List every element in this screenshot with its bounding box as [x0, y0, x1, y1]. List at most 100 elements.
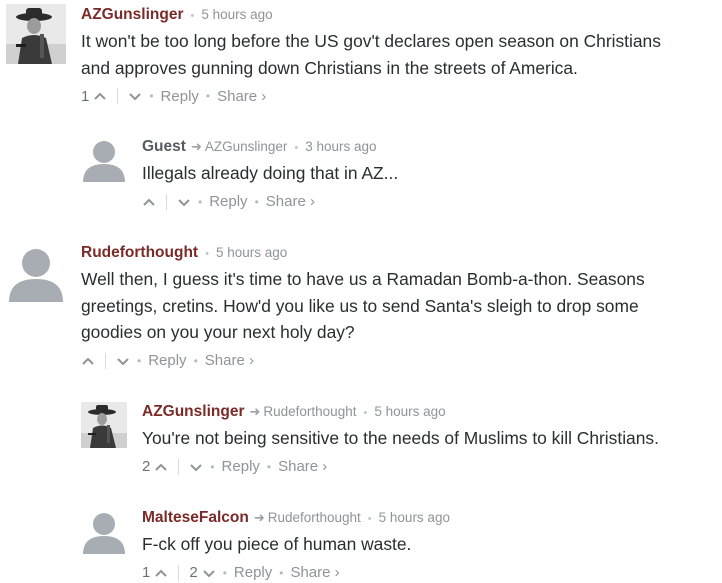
upvote-button[interactable] [81, 356, 95, 366]
separator-dot: • [205, 248, 209, 260]
separator-dot: • [294, 142, 299, 154]
separator-dot: • [279, 565, 284, 580]
comment-text-line: Well then, I guess it's time to have us … [81, 269, 645, 289]
reply-link[interactable]: Reply [209, 193, 247, 210]
reply-link[interactable]: Reply [148, 352, 186, 369]
reply-arrow-icon: ➜ [249, 404, 261, 419]
comment-footer: 1 • Reply • Share › [81, 85, 721, 107]
comment-text-line: You're not being sensitive to the needs … [142, 428, 659, 448]
separator-dot: • [266, 459, 272, 474]
avatar[interactable] [6, 242, 66, 302]
downvote-button[interactable] [189, 462, 203, 472]
author-name[interactable]: MalteseFalcon [142, 509, 249, 527]
chevron-up-icon [155, 569, 168, 577]
share-link[interactable]: Share › [278, 458, 327, 475]
chevron-down-icon [202, 569, 215, 577]
author-name[interactable]: Rudeforthought [81, 244, 198, 262]
upvote-button[interactable]: 1 [142, 564, 168, 581]
parent-author-link[interactable]: Rudeforthought [263, 404, 356, 419]
comment-header: Rudeforthought • 5 hours ago [81, 244, 721, 264]
vote-divider [178, 458, 180, 475]
avatar[interactable] [81, 136, 127, 182]
default-avatar-icon [81, 136, 127, 182]
author-name[interactable]: AZGunslinger [142, 403, 244, 421]
comment-text: Well then, I guess it's time to have us … [81, 266, 721, 346]
separator-dot: • [363, 407, 368, 419]
vote-divider [105, 352, 106, 369]
vote-divider [117, 88, 119, 104]
upvote-button[interactable]: 2 [142, 458, 168, 475]
upvote-button[interactable] [142, 197, 156, 207]
comment-footer: • Reply • Share › [142, 191, 717, 213]
downvote-button[interactable] [128, 91, 142, 101]
timestamp[interactable]: 5 hours ago [379, 510, 450, 525]
comment-footer: • Reply • Share › [81, 350, 721, 372]
reply-arrow-icon: ➜ [253, 510, 265, 525]
avatar[interactable] [81, 508, 127, 554]
parent-author-link[interactable]: Rudeforthought [268, 510, 361, 525]
timestamp[interactable]: 5 hours ago [201, 7, 272, 22]
upvote-button[interactable]: 1 [81, 88, 107, 105]
separator-dot: • [367, 513, 372, 525]
chevron-down-icon [178, 198, 190, 206]
comment-text-line: It won't be too long before the US gov't… [81, 31, 661, 51]
share-link[interactable]: Share › [290, 564, 339, 581]
timestamp[interactable]: 5 hours ago [374, 404, 445, 419]
upvote-count: 1 [142, 564, 151, 581]
comment-text-line: goodies on you your next holy day? [81, 322, 355, 342]
comment-text-line: greetings, cretins. How'd you like us to… [81, 295, 639, 316]
timestamp[interactable]: 3 hours ago [305, 139, 376, 154]
comment-footer: 2 • Reply • Share › [142, 456, 717, 478]
gunslinger-avatar-icon [6, 4, 66, 64]
downvote-button[interactable]: 2 [189, 564, 215, 581]
reply-link[interactable]: Reply [161, 88, 199, 105]
default-avatar-icon [81, 508, 127, 554]
upvote-count: 1 [81, 87, 90, 105]
chevron-up-icon [82, 357, 94, 365]
comment-header: AZGunslinger ➜ Rudeforthought • 5 hours … [142, 403, 717, 423]
avatar[interactable] [6, 4, 66, 64]
chevron-up-icon [155, 463, 168, 471]
chevron-down-icon [117, 357, 129, 365]
separator-dot: • [198, 194, 203, 209]
upvote-count: 2 [142, 458, 151, 475]
share-link[interactable]: Share › [217, 88, 266, 105]
share-link[interactable]: Share › [205, 352, 254, 369]
comment-header: Guest ➜ AZGunslinger • 3 hours ago [142, 138, 717, 158]
downvote-count: 2 [189, 564, 198, 581]
separator-dot: • [254, 194, 259, 209]
avatar[interactable] [81, 402, 127, 448]
reply-arrow-icon: ➜ [190, 139, 202, 154]
parent-author-link[interactable]: AZGunslinger [205, 139, 288, 154]
separator-dot: • [137, 353, 142, 368]
separator-dot: • [193, 353, 198, 368]
separator-dot: • [190, 10, 195, 22]
separator-dot: • [149, 89, 154, 103]
comment-text: F-ck off you piece of human waste. [142, 531, 717, 558]
comment-header: MalteseFalcon ➜ Rudeforthought • 5 hours… [142, 509, 717, 529]
author-name[interactable]: Guest [142, 138, 186, 156]
comment-text-line: Illegals already doing that in AZ... [142, 163, 399, 183]
gunslinger-avatar-icon [81, 402, 127, 448]
default-avatar-icon [6, 242, 66, 302]
comment-text: You're not being sensitive to the needs … [142, 425, 717, 452]
chevron-up-icon [94, 92, 107, 100]
chevron-up-icon [143, 198, 155, 206]
reply-link[interactable]: Reply [234, 564, 272, 581]
comment-header: AZGunslinger • 5 hours ago [81, 6, 721, 26]
comment-text: Illegals already doing that in AZ... [142, 160, 717, 187]
comment-footer: 1 2 • Reply • Share › [142, 562, 717, 583]
separator-dot: • [205, 89, 211, 103]
author-name[interactable]: AZGunslinger [81, 6, 183, 24]
separator-dot: • [222, 565, 227, 580]
reply-link[interactable]: Reply [222, 458, 260, 475]
timestamp[interactable]: 5 hours ago [216, 245, 287, 260]
chevron-down-icon [190, 463, 203, 471]
downvote-button[interactable] [177, 197, 191, 207]
comment-text-line: F-ck off you piece of human waste. [142, 534, 412, 554]
comment-text-line: and approves gunning down Christians in … [81, 57, 578, 78]
vote-divider [178, 564, 180, 581]
comment-text: It won't be too long before the US gov't… [81, 28, 721, 81]
share-link[interactable]: Share › [266, 193, 315, 210]
downvote-button[interactable] [116, 356, 130, 366]
